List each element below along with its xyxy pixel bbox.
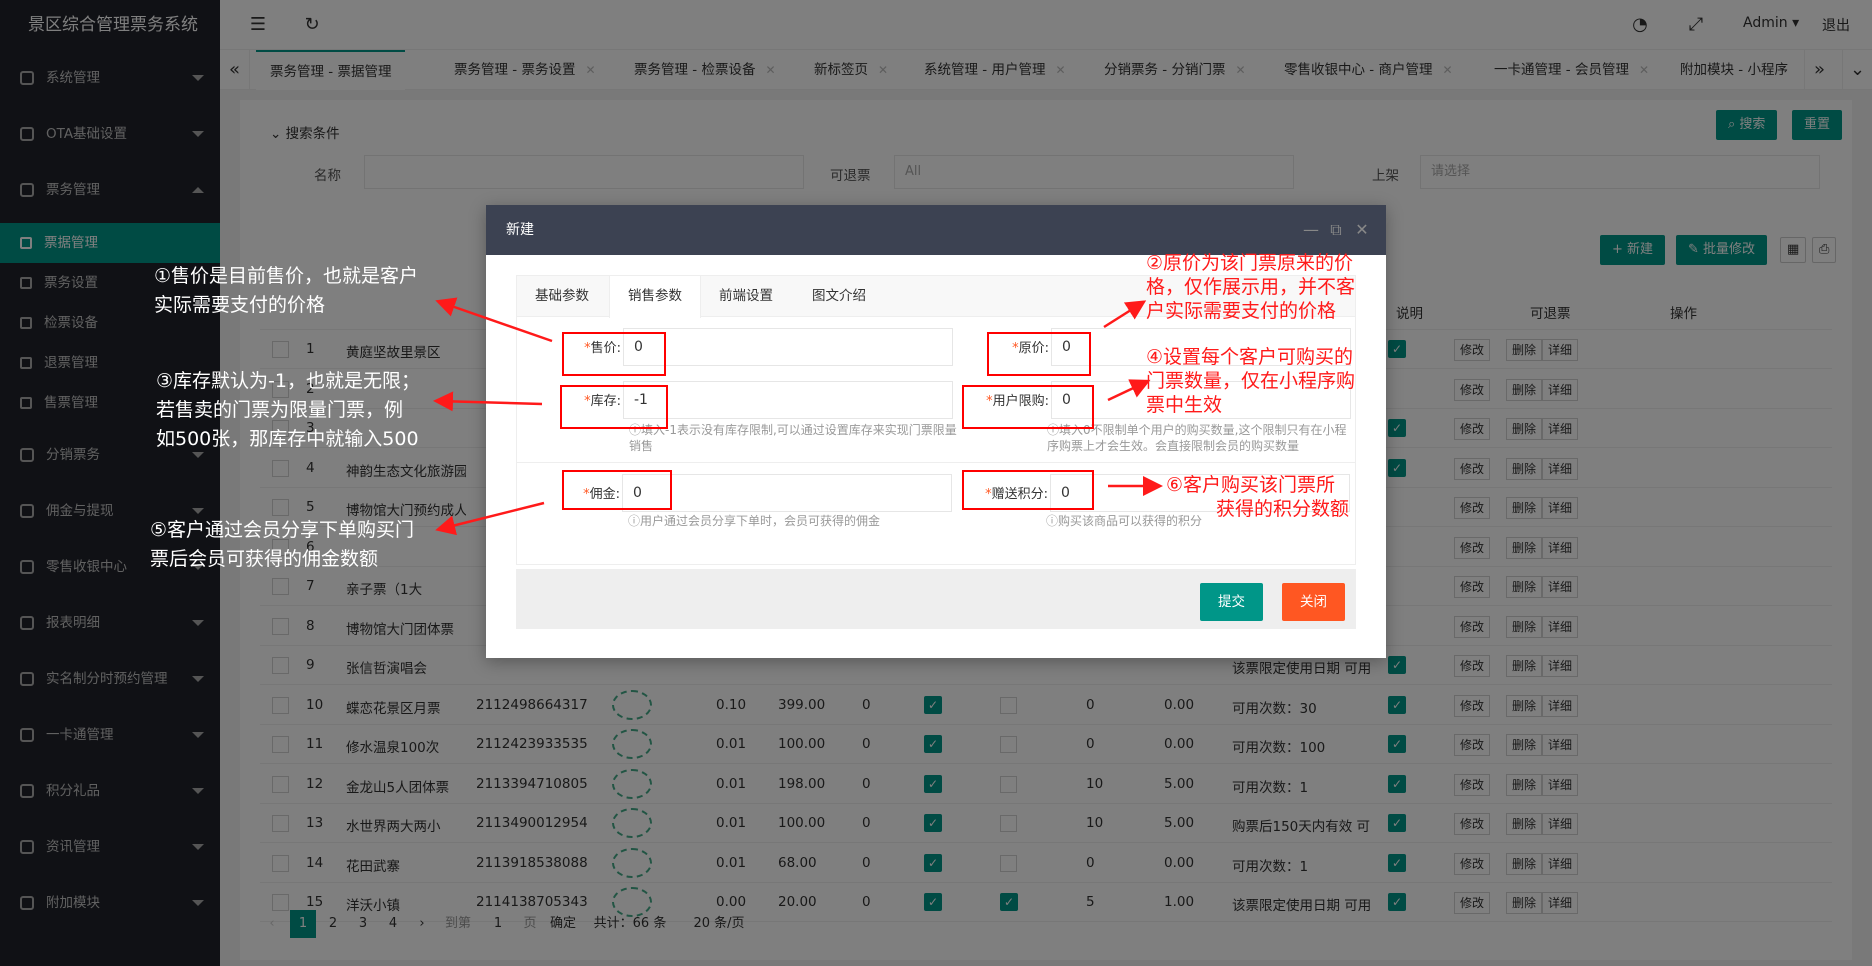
annotation-2: ②原价为该门票原来的价 格，仅作展示用，并不客 户实际需要支付的价格 [1146, 251, 1355, 323]
maximize-icon[interactable]: ⧉ [1326, 205, 1346, 255]
annotation-line: ③库存默认为-1，也就是无限； [156, 370, 420, 392]
highlight-price [562, 332, 666, 376]
annotation-line: 票中生效 [1146, 394, 1223, 416]
price-input[interactable]: 0 [623, 328, 953, 366]
annotation-line: 若售卖的门票为限量门票，例 [156, 399, 404, 421]
tab-frontend-settings[interactable]: 前端设置 [701, 276, 791, 317]
annotation-line: ⑤客户通过会员分享下单购买门 [150, 519, 415, 541]
highlight-stock [560, 385, 668, 429]
annotation-6: ⑥客户购买该门票所 获得的积分数额 [1166, 473, 1349, 521]
annotation-4: ④设置每个客户可购买的 门票数量，仅在小程序购 票中生效 [1146, 345, 1355, 417]
highlight-user-limit [962, 385, 1094, 429]
annotation-1: ①售价是目前售价，也就是客户 实际需要支付的价格 [154, 262, 418, 320]
annotation-line: 票后会员可获得的佣金数额 [150, 548, 379, 570]
close-icon[interactable]: ✕ [1352, 205, 1372, 255]
annotation-line: 获得的积分数额 [1216, 498, 1350, 520]
highlight-orig-price [987, 332, 1091, 376]
close-button[interactable]: 关闭 [1282, 583, 1345, 621]
tab-rich-intro[interactable]: 图文介绍 [794, 276, 884, 317]
annotation-line: 格，仅作展示用，并不客 [1146, 276, 1356, 298]
annotation-3: ③库存默认为-1，也就是无限； 若售卖的门票为限量门票，例 如500张，那库存中… [156, 367, 420, 454]
minimize-icon[interactable]: — [1301, 205, 1321, 255]
submit-button[interactable]: 提交 [1200, 583, 1263, 621]
annotation-line: ④设置每个客户可购买的 [1146, 346, 1354, 368]
tab-sales-params[interactable]: 销售参数 [609, 276, 701, 318]
modal-title: 新建 [486, 205, 1386, 255]
modal-footer: 提交 关闭 [516, 569, 1356, 629]
tab-basic-params[interactable]: 基础参数 [517, 276, 607, 317]
annotation-line: 实际需要支付的价格 [154, 294, 326, 316]
highlight-commission [562, 470, 672, 510]
stock-input[interactable]: -1 [623, 381, 953, 419]
annotation-line: 门票数量，仅在小程序购 [1146, 370, 1356, 392]
annotation-line: ②原价为该门票原来的价 [1146, 252, 1354, 274]
highlight-points [962, 470, 1094, 510]
stock-hint: ⓘ填入-1表示没有库存限制,可以通过设置库存来实现门票限量销售 [629, 423, 957, 453]
annotation-line: ⑥客户购买该门票所 [1166, 474, 1336, 496]
annotation-line: 户实际需要支付的价格 [1146, 300, 1337, 322]
annotation-5: ⑤客户通过会员分享下单购买门 票后会员可获得的佣金数额 [150, 516, 414, 574]
annotation-line: ①售价是目前售价，也就是客户 [154, 265, 419, 287]
annotation-line: 如500张，那库存中就输入500 [156, 428, 419, 450]
